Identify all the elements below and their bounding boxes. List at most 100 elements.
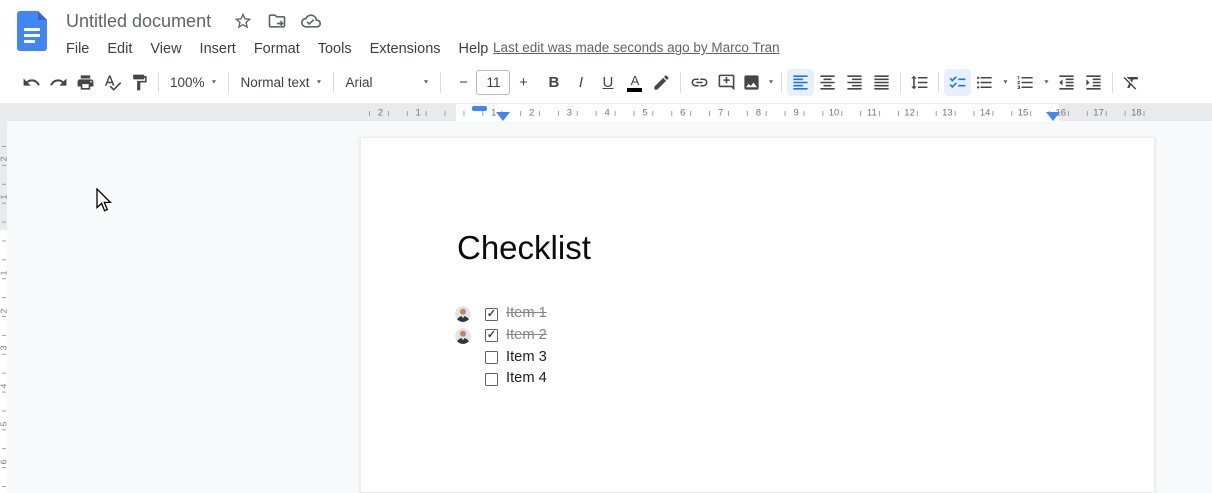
menu-item-tools[interactable]: Tools: [309, 38, 361, 60]
document-canvas: 21123456 Checklist ✓Item 1 ✓Item 2Item 3…: [0, 121, 1212, 493]
redo-icon: [50, 78, 67, 86]
ruler-number: 4: [0, 383, 9, 390]
menu-item-view[interactable]: View: [141, 38, 190, 60]
checkbox-checked[interactable]: ✓: [485, 307, 498, 321]
checklist: ✓ Item 1 ✓ Item 2 Item 3 Item 4: [361, 138, 1154, 492]
chevron-down-icon: ▼: [1001, 79, 1009, 86]
insert-image-button[interactable]: ▼: [740, 69, 776, 96]
ruler-number: 8: [755, 107, 762, 118]
ruler-number: 4: [604, 107, 610, 118]
star-icon[interactable]: [233, 11, 253, 31]
highlight-color-button[interactable]: [648, 69, 675, 96]
toolbar-separator: [680, 72, 682, 93]
left-indent-marker[interactable]: [496, 112, 510, 121]
top-bar: Untitled document File Edit View Insert Form…: [0, 0, 1212, 62]
decrease-indent-icon: [1059, 75, 1075, 90]
align-left-button[interactable]: [787, 69, 815, 96]
decrease-font-size-button[interactable]: −: [450, 70, 476, 96]
move-to-folder-icon[interactable]: [267, 11, 287, 31]
italic-button[interactable]: I: [567, 69, 594, 96]
google-docs-window: Untitled document File Edit View Insert Form…: [0, 0, 1212, 493]
document-title[interactable]: Untitled document: [66, 11, 211, 32]
align-right-button[interactable]: [841, 69, 868, 96]
toolbar-separator: [440, 72, 442, 93]
image-icon: [744, 75, 760, 90]
bulleted-list-button[interactable]: [971, 69, 998, 96]
ruler-ticks: [0, 137, 7, 493]
undo-button[interactable]: [18, 69, 45, 96]
toolbar-separator: [900, 72, 902, 93]
checklist-item-row: ✓ Item 2: [361, 326, 1154, 348]
toolbar-separator: [938, 72, 940, 93]
undo-icon: [23, 78, 40, 86]
assignee-avatar[interactable]: [455, 327, 471, 344]
italic-icon: I: [578, 74, 584, 91]
bold-button[interactable]: B: [540, 69, 567, 96]
text-color-button[interactable]: A: [621, 69, 648, 96]
document-page[interactable]: Checklist ✓ Item 1 ✓ Item 2 Item 3 Item 4: [360, 137, 1155, 493]
clear-formatting-icon: [1123, 76, 1139, 90]
ruler-number: 5: [642, 107, 648, 118]
ruler-number: 11: [866, 107, 877, 118]
checklist-item-label[interactable]: Item 2: [506, 327, 547, 343]
checkbox-checked[interactable]: ✓: [485, 329, 498, 343]
ruler-number: 10: [828, 107, 840, 118]
menu-item-format[interactable]: Format: [245, 38, 309, 60]
chevron-down-icon: ▼: [315, 79, 323, 86]
ruler-number: 6: [680, 107, 686, 118]
last-edit-link[interactable]: Last edit was made seconds ago by Marco …: [493, 40, 780, 55]
right-indent-marker[interactable]: [1046, 112, 1060, 121]
add-comment-button[interactable]: [713, 69, 740, 96]
underline-button[interactable]: U: [594, 69, 621, 96]
assignee-avatar[interactable]: [455, 306, 471, 322]
increase-font-size-button[interactable]: +: [510, 70, 536, 96]
font-size-group: − 11 +: [450, 70, 536, 96]
ruler-number: 2: [528, 107, 535, 118]
increase-indent-button[interactable]: [1080, 69, 1107, 96]
line-spacing-button[interactable]: [906, 69, 933, 96]
ruler-number: 3: [566, 107, 573, 118]
print-button[interactable]: [72, 69, 99, 96]
ruler-number: 12: [904, 107, 915, 118]
spell-check-icon: [104, 75, 122, 91]
menu-item-file[interactable]: File: [57, 38, 98, 60]
checklist-button[interactable]: [944, 69, 972, 96]
title-row: Untitled document: [66, 8, 497, 34]
menu-item-extensions[interactable]: Extensions: [361, 38, 450, 60]
align-center-icon: [820, 75, 836, 90]
justify-button[interactable]: [868, 69, 895, 96]
checklist-item-label[interactable]: Item 4: [506, 370, 547, 386]
ruler-number: 7: [717, 107, 724, 118]
first-line-indent-marker[interactable]: [472, 106, 487, 111]
menubar: File Edit View Insert Format Tools Extensions H…: [57, 36, 497, 62]
checkbox-unchecked[interactable]: [485, 372, 498, 386]
paint-format-button[interactable]: [126, 69, 153, 96]
numbered-list-button[interactable]: [1012, 69, 1039, 96]
align-center-button[interactable]: [814, 69, 841, 96]
redo-button[interactable]: [45, 69, 72, 96]
numbered-list-dropdown[interactable]: ▼: [1039, 69, 1053, 96]
checklist-item-label[interactable]: Item 1: [506, 305, 547, 321]
font-family-select[interactable]: Arial ▼: [339, 69, 435, 96]
ruler-number: 17: [1093, 107, 1104, 118]
paragraph-style-select[interactable]: Normal text ▼: [234, 69, 328, 96]
clear-formatting-button[interactable]: [1118, 69, 1145, 96]
checklist-item-label[interactable]: Item 3: [506, 349, 547, 365]
menu-item-help[interactable]: Help: [450, 38, 498, 60]
cloud-saved-icon[interactable]: [301, 11, 322, 31]
toolbar-separator: [333, 72, 335, 93]
ruler-number: 5: [0, 421, 9, 428]
ruler-number: 1: [0, 269, 9, 276]
bulleted-list-dropdown[interactable]: ▼: [998, 69, 1012, 96]
zoom-select[interactable]: 100% ▼: [164, 69, 223, 96]
menu-item-insert[interactable]: Insert: [191, 38, 245, 60]
menu-item-edit[interactable]: Edit: [98, 38, 141, 60]
spell-check-button[interactable]: [99, 69, 126, 96]
google-docs-logo-icon[interactable]: [17, 11, 47, 51]
decrease-indent-button[interactable]: [1053, 69, 1080, 96]
insert-link-button[interactable]: [686, 69, 713, 96]
font-size-input[interactable]: 11: [476, 70, 511, 95]
bulleted-list-icon: [977, 76, 993, 89]
checkbox-unchecked[interactable]: [485, 351, 498, 365]
chevron-down-icon: ▼: [1042, 79, 1050, 86]
